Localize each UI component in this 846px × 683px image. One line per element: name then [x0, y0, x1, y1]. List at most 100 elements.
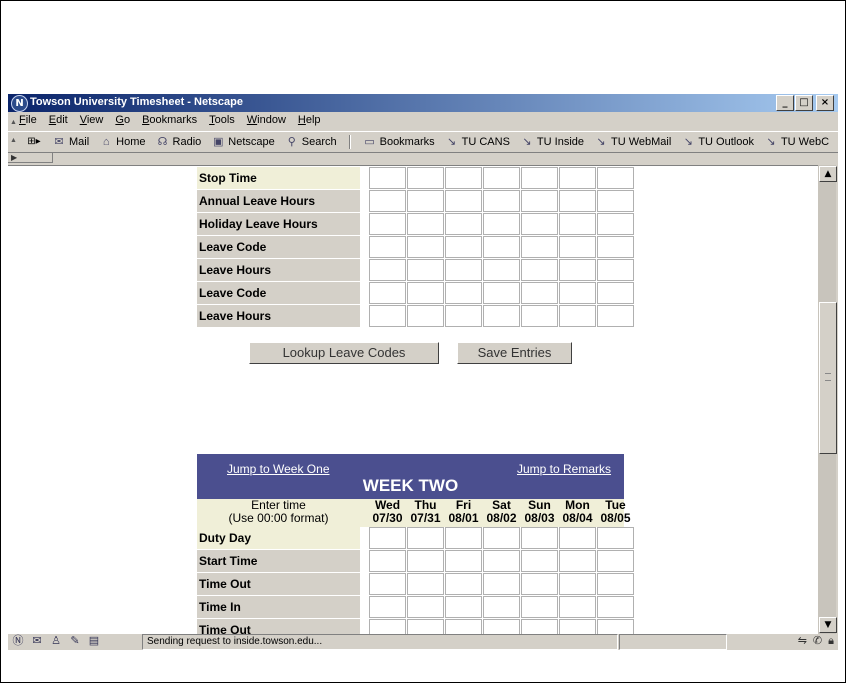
time-entry-field[interactable] [407, 527, 444, 549]
time-entry-field[interactable] [407, 305, 444, 327]
time-entry-field[interactable] [369, 259, 406, 281]
time-entry-field[interactable] [445, 305, 482, 327]
time-entry-field[interactable] [483, 573, 520, 595]
time-entry-field[interactable] [445, 213, 482, 235]
time-entry-field[interactable] [521, 190, 558, 212]
time-entry-field[interactable] [559, 550, 596, 572]
time-entry-field[interactable] [369, 596, 406, 618]
scroll-thumb[interactable] [819, 302, 837, 454]
scroll-up-arrow-icon[interactable]: ▲ [819, 166, 837, 182]
time-entry-field[interactable] [521, 282, 558, 304]
time-entry-field[interactable] [369, 619, 406, 634]
minimize-button[interactable]: _ [776, 95, 794, 111]
toolbar-item-home[interactable]: ⌂ Home [99, 135, 146, 149]
time-entry-field[interactable] [521, 550, 558, 572]
vertical-scrollbar[interactable]: ▲ ▼ [818, 165, 837, 634]
time-entry-field[interactable] [483, 282, 520, 304]
time-entry-field[interactable] [483, 305, 520, 327]
save-entries-button[interactable]: Save Entries [457, 342, 572, 364]
time-entry-field[interactable] [407, 190, 444, 212]
time-entry-field[interactable] [483, 619, 520, 634]
time-entry-field[interactable] [559, 213, 596, 235]
menu-item-tools[interactable]: Tools [209, 114, 235, 126]
security-lock-icon[interactable]: 🔒︎ [828, 635, 834, 648]
toolbar-item-tu-inside[interactable]: ↘ TU Inside [520, 135, 584, 149]
time-entry-field[interactable] [521, 619, 558, 634]
toolbar-item-mail[interactable]: ✉ Mail [52, 135, 89, 149]
lookup-leave-codes-button[interactable]: Lookup Leave Codes [249, 342, 439, 364]
time-entry-field[interactable] [369, 167, 406, 189]
time-entry-field[interactable] [369, 190, 406, 212]
time-entry-field[interactable] [521, 259, 558, 281]
netscape-icon[interactable]: Ⓝ [11, 635, 25, 648]
time-entry-field[interactable] [445, 167, 482, 189]
toolbar-item-tu-cans[interactable]: ↘ TU CANS [445, 135, 510, 149]
toolbar-item-tu-webc[interactable]: ↘ TU WebC [764, 135, 829, 149]
time-entry-field[interactable] [483, 527, 520, 549]
mail-icon[interactable]: ✉ [30, 635, 44, 648]
menu-item-window[interactable]: Window [247, 114, 286, 126]
time-entry-field[interactable] [407, 550, 444, 572]
time-entry-field[interactable] [521, 573, 558, 595]
time-entry-field[interactable] [597, 190, 634, 212]
aim-icon[interactable]: ♙ [49, 635, 63, 648]
time-entry-field[interactable] [369, 305, 406, 327]
time-entry-field[interactable] [559, 259, 596, 281]
time-entry-field[interactable] [407, 619, 444, 634]
time-entry-field[interactable] [407, 167, 444, 189]
time-entry-field[interactable] [483, 167, 520, 189]
toolbar-item-tu-webmail[interactable]: ↘ TU WebMail [594, 135, 671, 149]
time-entry-field[interactable] [445, 236, 482, 258]
menu-item-go[interactable]: Go [115, 114, 130, 126]
time-entry-field[interactable] [597, 596, 634, 618]
address-book-icon[interactable]: ▤ [87, 635, 101, 648]
toolbar-item-bookmarks[interactable]: ▭ Bookmarks [363, 135, 434, 149]
time-entry-field[interactable] [483, 259, 520, 281]
time-entry-field[interactable] [445, 259, 482, 281]
time-entry-field[interactable] [597, 282, 634, 304]
toolbar-item-search[interactable]: ⚲ Search [285, 135, 337, 149]
time-entry-field[interactable] [407, 236, 444, 258]
time-entry-field[interactable] [559, 619, 596, 634]
time-entry-field[interactable] [407, 213, 444, 235]
time-entry-field[interactable] [559, 596, 596, 618]
toolbar-item-tu-outlook[interactable]: ↘ TU Outlook [681, 135, 754, 149]
online-status-icon[interactable]: ⇋ [798, 635, 807, 648]
time-entry-field[interactable] [597, 167, 634, 189]
scroll-down-arrow-icon[interactable]: ▼ [819, 617, 837, 633]
time-entry-field[interactable] [521, 213, 558, 235]
time-entry-field[interactable] [445, 190, 482, 212]
time-entry-field[interactable] [369, 527, 406, 549]
time-entry-field[interactable] [369, 573, 406, 595]
time-entry-field[interactable] [445, 573, 482, 595]
time-entry-field[interactable] [369, 282, 406, 304]
time-entry-field[interactable] [407, 596, 444, 618]
close-button[interactable]: × [816, 95, 834, 111]
time-entry-field[interactable] [407, 282, 444, 304]
time-entry-field[interactable] [521, 305, 558, 327]
jump-to-week-one-link[interactable]: Jump to Week One [227, 462, 330, 476]
time-entry-field[interactable] [559, 282, 596, 304]
time-entry-field[interactable] [483, 236, 520, 258]
time-entry-field[interactable] [597, 573, 634, 595]
time-entry-field[interactable] [369, 550, 406, 572]
time-entry-field[interactable] [559, 573, 596, 595]
composer-icon[interactable]: ✎ [68, 635, 82, 648]
maximize-button[interactable]: □ [795, 95, 813, 111]
time-entry-field[interactable] [521, 527, 558, 549]
time-entry-field[interactable] [483, 550, 520, 572]
time-entry-field[interactable] [483, 596, 520, 618]
time-entry-field[interactable] [483, 213, 520, 235]
time-entry-field[interactable] [597, 213, 634, 235]
time-entry-field[interactable] [521, 167, 558, 189]
time-entry-field[interactable] [407, 573, 444, 595]
toolbar-item-netscape[interactable]: ▣ Netscape [211, 135, 275, 149]
time-entry-field[interactable] [559, 305, 596, 327]
time-entry-field[interactable] [597, 236, 634, 258]
time-entry-field[interactable] [445, 282, 482, 304]
time-entry-field[interactable] [559, 167, 596, 189]
time-entry-field[interactable] [521, 236, 558, 258]
time-entry-field[interactable] [445, 527, 482, 549]
time-entry-field[interactable] [445, 619, 482, 634]
time-entry-field[interactable] [597, 259, 634, 281]
